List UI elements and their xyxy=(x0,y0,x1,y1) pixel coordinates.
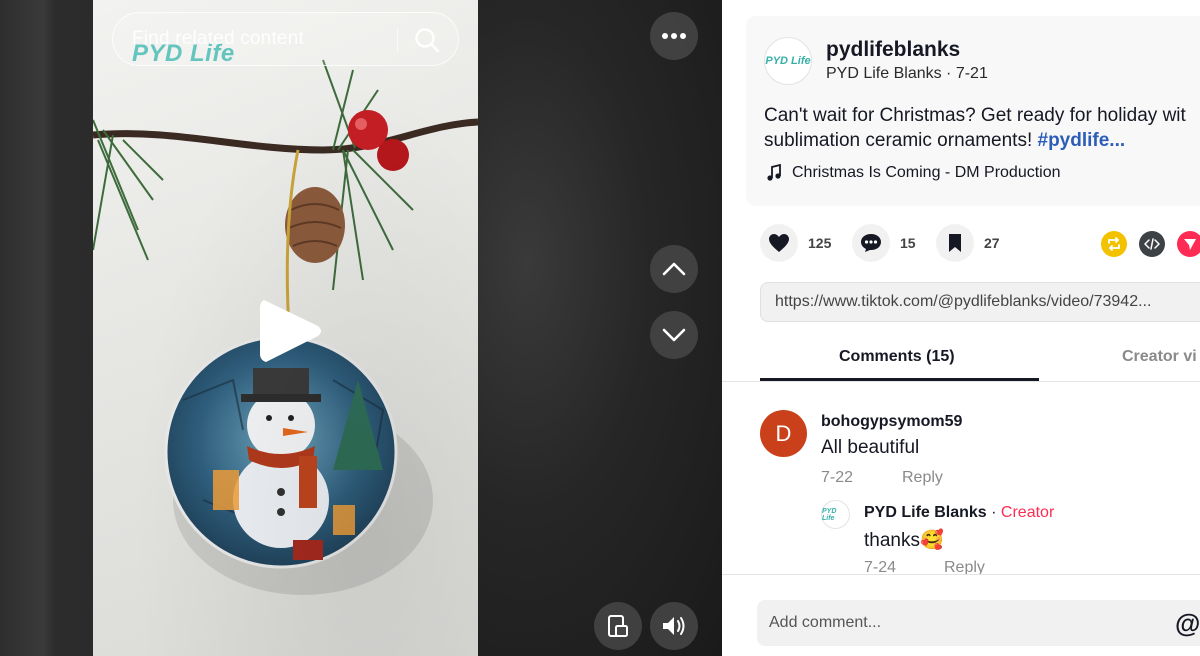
reply-avatar-logo-text: PYD Life xyxy=(822,507,837,522)
post-description: Can't wait for Christmas? Get ready for … xyxy=(764,103,1200,153)
composer-divider xyxy=(722,574,1200,575)
reply-author: PYD Life Blanks · Creator xyxy=(864,504,1054,522)
post-description-card: PYD Life pydlifeblanks PYD Life Blanks ·… xyxy=(746,16,1200,206)
search-divider xyxy=(397,27,398,53)
embed-button[interactable] xyxy=(1139,231,1165,257)
play-icon[interactable] xyxy=(258,296,324,366)
save-button[interactable] xyxy=(936,224,974,262)
volume-icon xyxy=(663,617,685,635)
hashtag-link[interactable]: #pydlife... xyxy=(1038,130,1126,151)
music-link[interactable]: Christmas Is Coming - DM Production xyxy=(766,164,1061,182)
related-content-search[interactable]: Find related content xyxy=(112,12,459,66)
next-video-button[interactable] xyxy=(650,311,698,359)
volume-button[interactable] xyxy=(650,602,698,650)
send-button[interactable] xyxy=(1177,231,1200,257)
author-avatar-logo-text: PYD Life xyxy=(765,55,811,67)
like-count: 125 xyxy=(808,235,832,251)
save-stat[interactable]: 27 xyxy=(936,224,1000,262)
heart-icon xyxy=(769,234,789,252)
like-stat[interactable]: 125 xyxy=(760,224,831,262)
add-comment-input[interactable]: Add comment... xyxy=(757,600,1200,646)
bookmark-icon xyxy=(949,234,961,252)
chevron-up-icon xyxy=(662,262,686,276)
more-options-button[interactable] xyxy=(650,12,698,60)
comment-stat[interactable]: 15 xyxy=(852,224,916,262)
embed-code-icon xyxy=(1144,238,1160,250)
save-count: 27 xyxy=(984,235,1000,251)
chevron-down-icon xyxy=(662,328,686,342)
picture-in-picture-icon xyxy=(608,615,628,637)
tiktok-video-page: PYD Life Find related content PYD Life p… xyxy=(0,0,1200,656)
description-line-1: Can't wait for Christmas? Get ready for … xyxy=(764,105,1186,126)
send-arrow-icon xyxy=(1184,239,1196,250)
author-handle[interactable]: pydlifeblanks xyxy=(826,38,960,62)
tabs-divider xyxy=(722,381,1200,382)
reply-text: thanks🥰 xyxy=(864,530,944,551)
comment-date: 7-22 xyxy=(821,469,854,486)
reply-author-separator: · xyxy=(986,504,1001,521)
comment-bubble-icon xyxy=(861,234,881,252)
comment-count: 15 xyxy=(900,235,916,251)
post-date: 7-21 xyxy=(955,65,988,82)
video-link-text: https://www.tiktok.com/@pydlifeblanks/vi… xyxy=(775,293,1152,310)
repost-button[interactable] xyxy=(1101,231,1127,257)
music-note-icon xyxy=(767,164,781,181)
reply-author-avatar[interactable]: PYD Life xyxy=(821,500,850,529)
reply-author-name[interactable]: PYD Life Blanks xyxy=(864,504,987,521)
floating-player-button[interactable] xyxy=(594,602,642,650)
search-placeholder: Find related content xyxy=(132,28,304,49)
details-panel: PYD Life pydlifeblanks PYD Life Blanks ·… xyxy=(722,0,1200,656)
author-avatar[interactable]: PYD Life xyxy=(764,37,812,85)
creator-badge: Creator xyxy=(1000,504,1055,521)
tab-creator-videos[interactable]: Creator vi xyxy=(1122,348,1197,366)
subtitle-separator: · xyxy=(941,65,956,82)
commenter-username[interactable]: bohogypsymom59 xyxy=(821,413,962,431)
comment-button[interactable] xyxy=(852,224,890,262)
tab-comments[interactable]: Comments (15) xyxy=(839,348,955,366)
description-line-2: sublimation ceramic ornaments! #pydlife.… xyxy=(764,130,1126,151)
commenter-avatar[interactable]: D xyxy=(760,410,807,457)
like-button[interactable] xyxy=(760,224,798,262)
video-link-field[interactable]: https://www.tiktok.com/@pydlifeblanks/vi… xyxy=(760,282,1200,322)
comment-reply-button[interactable]: Reply xyxy=(902,469,943,487)
author-name: PYD Life Blanks xyxy=(826,65,942,82)
add-comment-placeholder: Add comment... xyxy=(769,614,882,631)
music-title: Christmas Is Coming - DM Production xyxy=(792,164,1061,181)
mention-icon[interactable]: @ xyxy=(1175,608,1200,639)
search-icon[interactable] xyxy=(413,26,441,54)
ellipsis-icon xyxy=(662,33,686,39)
video-player[interactable]: PYD Life Find related content xyxy=(0,0,722,656)
previous-video-button[interactable] xyxy=(650,245,698,293)
comment-text: All beautiful xyxy=(821,437,920,458)
repost-icon xyxy=(1108,237,1120,251)
author-subtitle: PYD Life Blanks · 7-21 xyxy=(826,65,988,83)
